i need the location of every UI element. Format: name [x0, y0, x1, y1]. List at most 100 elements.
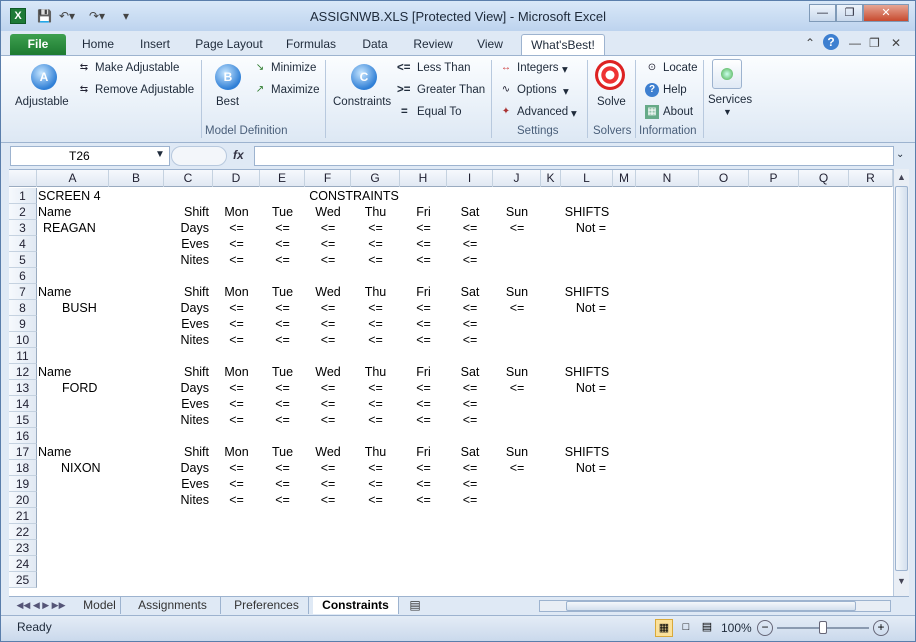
cell-d2[interactable]: Mon — [213, 204, 260, 220]
cell-d8[interactable]: <= — [213, 300, 260, 316]
cell-i17[interactable]: Sat — [447, 444, 493, 460]
cell-h4[interactable]: <= — [400, 236, 447, 252]
workbook-restore-icon[interactable]: ❐ — [869, 35, 880, 51]
cell-d5[interactable]: <= — [213, 252, 260, 268]
cell-d18[interactable]: <= — [213, 460, 260, 476]
row-header-1[interactable]: 1 — [9, 188, 37, 204]
row-header-23[interactable]: 23 — [9, 540, 37, 556]
row-header-4[interactable]: 4 — [9, 236, 37, 252]
cell-c8[interactable]: Days — [164, 300, 213, 316]
cell-i18[interactable]: <= — [447, 460, 493, 476]
sheet-tab-constraints[interactable]: Constraints — [313, 597, 399, 614]
restore-window-button[interactable]: ❐ — [836, 4, 863, 22]
cell-i10[interactable]: <= — [447, 332, 493, 348]
column-header-p[interactable]: P — [749, 170, 799, 187]
cell-d13[interactable]: <= — [213, 380, 260, 396]
cell-e20[interactable]: <= — [260, 492, 305, 508]
tab-home[interactable]: Home — [73, 34, 123, 55]
cell-a7[interactable]: Name — [37, 284, 109, 300]
cell-i7[interactable]: Sat — [447, 284, 493, 300]
worksheet-grid[interactable]: ABCDEFGHIJKLMNOPQR 1 2 3 4 5 6 7 8 9 10 11 12 13 14 15… — [9, 169, 893, 596]
cell-i5[interactable]: <= — [447, 252, 493, 268]
cell-a12[interactable]: Name — [37, 364, 109, 380]
best-button[interactable]: Best — [216, 96, 239, 108]
column-header-h[interactable]: H — [400, 170, 447, 187]
column-header-k[interactable]: K — [541, 170, 561, 187]
cell-l17[interactable]: SHIFTS — [561, 444, 613, 460]
insert-sheet-icon[interactable]: ▤ — [405, 597, 425, 614]
cell-f20[interactable]: <= — [305, 492, 351, 508]
tab-page-layout[interactable]: Page Layout — [189, 34, 269, 55]
cell-c15[interactable]: Nites — [164, 412, 213, 428]
cell-i14[interactable]: <= — [447, 396, 493, 412]
column-header-e[interactable]: E — [260, 170, 305, 187]
cell-l8[interactable]: Not = — [561, 300, 613, 316]
cell-i3[interactable]: <= — [447, 220, 493, 236]
row-header-10[interactable]: 10 — [9, 332, 37, 348]
cell-g14[interactable]: <= — [351, 396, 400, 412]
row-header-12[interactable]: 12 — [9, 364, 37, 380]
cell-g4[interactable]: <= — [351, 236, 400, 252]
minimize-button[interactable]: Minimize — [271, 62, 316, 74]
row-header-13[interactable]: 13 — [9, 380, 37, 396]
cell-f19[interactable]: <= — [305, 476, 351, 492]
cell-e3[interactable]: <= — [260, 220, 305, 236]
options-dropdown-icon[interactable]: ▾ — [563, 84, 569, 98]
cell-h9[interactable]: <= — [400, 316, 447, 332]
cell-e19[interactable]: <= — [260, 476, 305, 492]
cell-c19[interactable]: Eves — [164, 476, 213, 492]
cell-h19[interactable]: <= — [400, 476, 447, 492]
cell-g10[interactable]: <= — [351, 332, 400, 348]
cell-f8[interactable]: <= — [305, 300, 351, 316]
row-header-11[interactable]: 11 — [9, 348, 37, 364]
cell-j8[interactable]: <= — [493, 300, 541, 316]
cell-a3[interactable]: REAGAN — [37, 220, 109, 236]
less-than-button[interactable]: Less Than — [417, 62, 471, 74]
options-button[interactable]: Options — [517, 84, 557, 96]
constraints-button[interactable]: Constraints — [333, 96, 391, 108]
cell-l2[interactable]: SHIFTS — [561, 204, 613, 220]
column-header-o[interactable]: O — [699, 170, 749, 187]
name-box[interactable]: T26 — [10, 146, 170, 166]
formula-input[interactable] — [254, 146, 894, 166]
cell-i12[interactable]: Sat — [447, 364, 493, 380]
maximize-button[interactable]: Maximize — [271, 84, 320, 96]
page-break-view-icon[interactable]: ▤ — [698, 619, 716, 637]
remove-adjustable-button[interactable]: Remove Adjustable — [95, 84, 194, 96]
cell-l12[interactable]: SHIFTS — [561, 364, 613, 380]
make-adjustable-button[interactable]: Make Adjustable — [95, 62, 179, 74]
cell-d12[interactable]: Mon — [213, 364, 260, 380]
row-header-14[interactable]: 14 — [9, 396, 37, 412]
column-header-q[interactable]: Q — [799, 170, 849, 187]
cell-f3[interactable]: <= — [305, 220, 351, 236]
cell-g7[interactable]: Thu — [351, 284, 400, 300]
cell-i20[interactable]: <= — [447, 492, 493, 508]
row-header-19[interactable]: 19 — [9, 476, 37, 492]
help-button[interactable]: Help — [663, 84, 687, 96]
sheet-navigation-icons[interactable]: ◀◀ ◀ ▶ ▶▶ — [11, 597, 71, 614]
cell-g12[interactable]: Thu — [351, 364, 400, 380]
cell-h2[interactable]: Fri — [400, 204, 447, 220]
cell-f12[interactable]: Wed — [305, 364, 351, 380]
row-header-15[interactable]: 15 — [9, 412, 37, 428]
cell-h10[interactable]: <= — [400, 332, 447, 348]
cell-d14[interactable]: <= — [213, 396, 260, 412]
advanced-button[interactable]: Advanced — [517, 106, 568, 118]
cell-e14[interactable]: <= — [260, 396, 305, 412]
column-header-b[interactable]: B — [109, 170, 164, 187]
cell-d17[interactable]: Mon — [213, 444, 260, 460]
cell-f4[interactable]: <= — [305, 236, 351, 252]
greater-than-button[interactable]: Greater Than — [417, 84, 485, 96]
expand-formula-bar-icon[interactable]: ⌄ — [896, 149, 904, 160]
tab-insert[interactable]: Insert — [129, 34, 181, 55]
insert-function-icon[interactable]: fx — [233, 148, 244, 162]
cell-g2[interactable]: Thu — [351, 204, 400, 220]
cell-i4[interactable]: <= — [447, 236, 493, 252]
normal-view-icon[interactable]: ▦ — [655, 619, 673, 637]
zoom-in-icon[interactable]: + — [873, 620, 889, 636]
row-header-21[interactable]: 21 — [9, 508, 37, 524]
cell-i19[interactable]: <= — [447, 476, 493, 492]
adjustable-button[interactable]: Adjustable — [15, 96, 69, 108]
cell-i2[interactable]: Sat — [447, 204, 493, 220]
cell-h20[interactable]: <= — [400, 492, 447, 508]
